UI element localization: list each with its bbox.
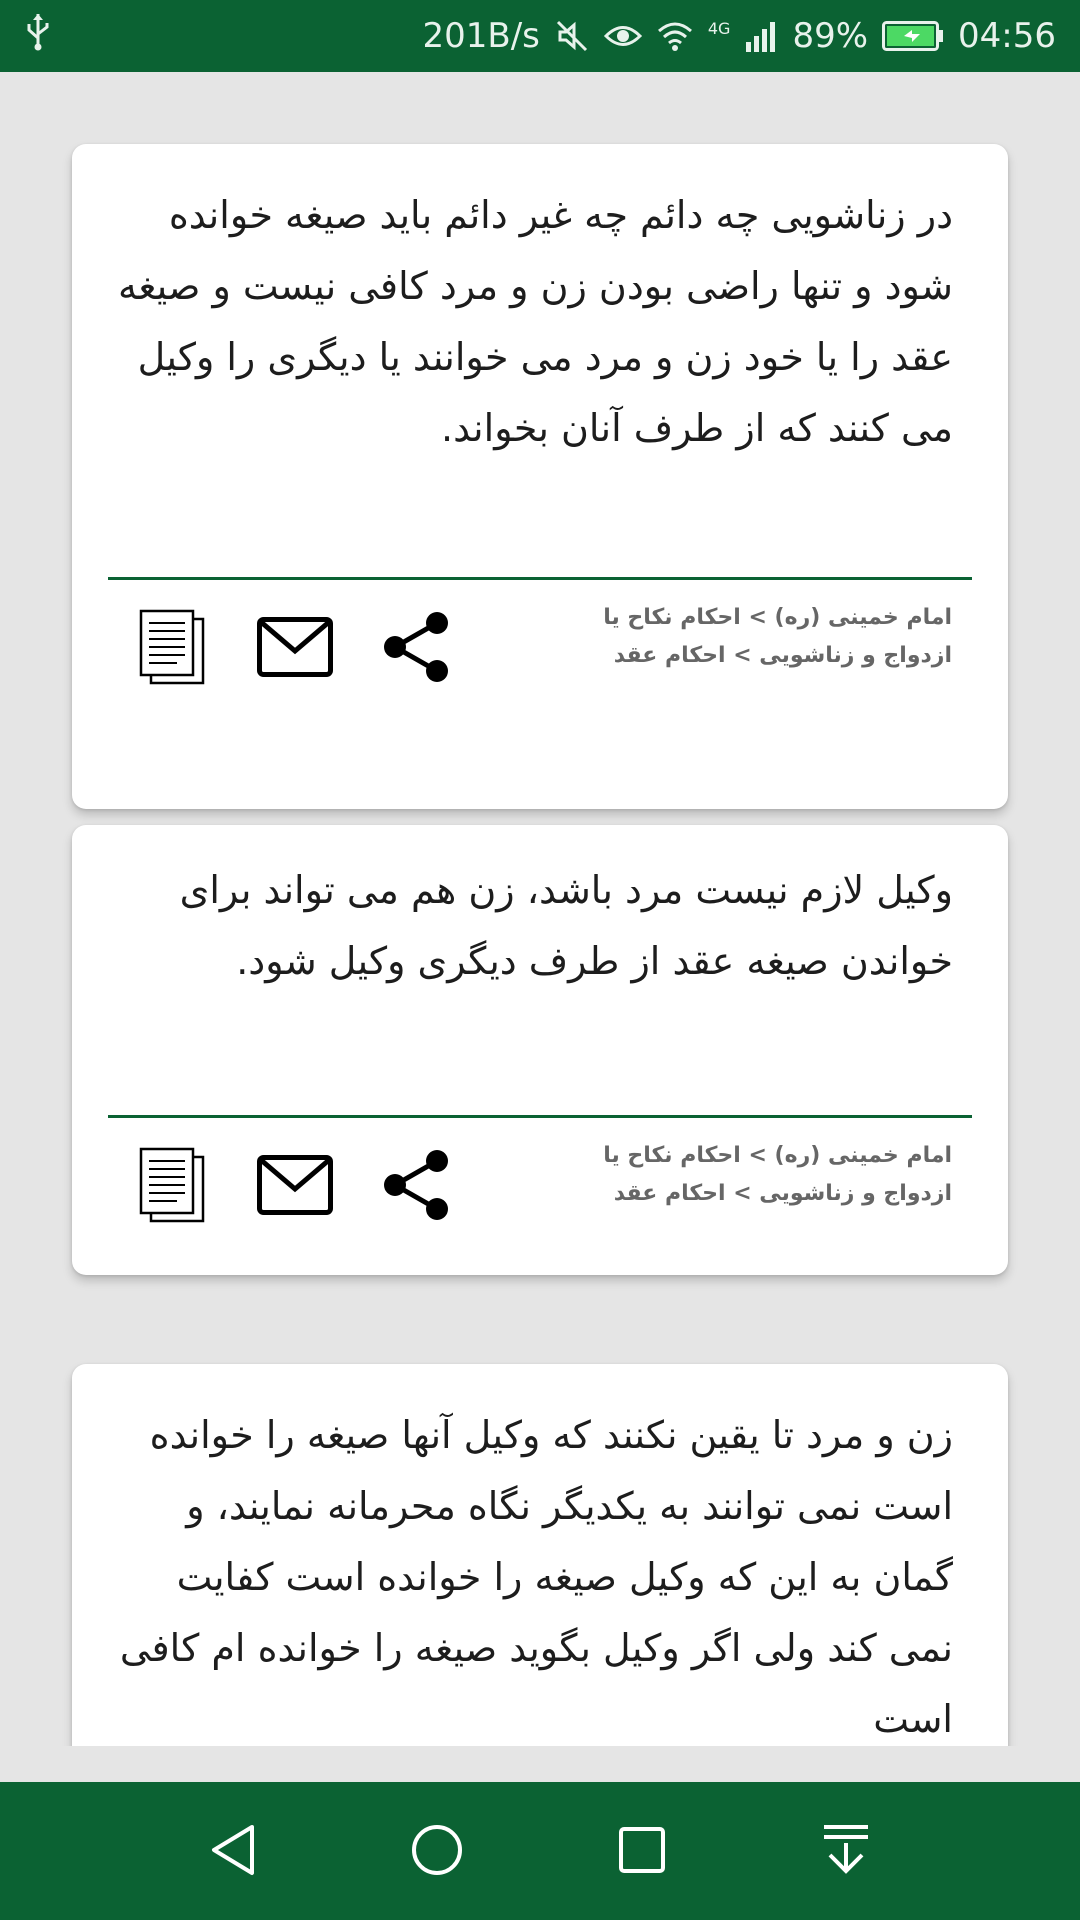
status-right: 201B/s 4G 89% 04:56 <box>422 16 1056 56</box>
ruling-text: وکیل لازم نیست مرد باشد، زن هم می تواند … <box>179 868 953 983</box>
ruling-card: وکیل لازم نیست مرد باشد، زن هم می تواند … <box>72 825 1008 1275</box>
email-button[interactable] <box>250 599 340 699</box>
status-bar: 201B/s 4G 89% 04:56 <box>0 0 1080 72</box>
card-footer: امام خمینی (ره) > احکام نکاح یا ازدواج و… <box>108 599 972 699</box>
net-speed: 201B/s <box>422 16 540 56</box>
recents-icon <box>617 1825 667 1879</box>
signal-icon <box>744 20 778 52</box>
share-button[interactable] <box>372 1137 462 1237</box>
network-type: 4G <box>707 18 731 38</box>
card-divider <box>108 1115 972 1118</box>
mute-icon <box>554 18 590 54</box>
ruling-text: در زناشویی چه دائم چه غیر دائم باید صیغه… <box>117 193 953 450</box>
share-icon <box>377 1145 457 1229</box>
copy-button[interactable] <box>128 599 218 699</box>
ruling-card: زن و مرد تا یقین نکنند که وکیل آنها صیغه… <box>72 1364 1008 1746</box>
back-button[interactable] <box>193 1812 273 1892</box>
usb-icon <box>24 12 52 61</box>
recents-button[interactable] <box>602 1812 682 1892</box>
copy-icon <box>139 609 207 689</box>
card-divider <box>108 577 972 580</box>
content-list[interactable]: در زناشویی چه دائم چه غیر دائم باید صیغه… <box>0 72 1080 1746</box>
copy-button[interactable] <box>128 1137 218 1237</box>
navigation-bar <box>0 1782 1080 1920</box>
battery-percent: 89% <box>792 16 869 56</box>
mail-icon <box>257 1155 333 1219</box>
share-icon <box>377 607 457 691</box>
mail-icon <box>257 617 333 681</box>
email-button[interactable] <box>250 1137 340 1237</box>
status-left <box>24 12 52 61</box>
source-breadcrumb: امام خمینی (ره) > احکام نکاح یا ازدواج و… <box>603 1143 952 1206</box>
copy-icon <box>139 1147 207 1227</box>
ruling-text: زن و مرد تا یقین نکنند که وکیل آنها صیغه… <box>119 1413 953 1741</box>
wifi-icon <box>656 20 694 52</box>
notifications-pull-icon <box>820 1823 872 1881</box>
battery-charging-icon <box>882 21 944 51</box>
clock: 04:56 <box>958 16 1056 56</box>
source-breadcrumb: امام خمینی (ره) > احکام نکاح یا ازدواج و… <box>603 605 952 668</box>
share-button[interactable] <box>372 599 462 699</box>
eye-icon <box>603 21 642 51</box>
notifications-pull-button[interactable] <box>806 1812 886 1892</box>
back-icon <box>208 1823 258 1881</box>
card-footer: امام خمینی (ره) > احکام نکاح یا ازدواج و… <box>108 1137 972 1237</box>
home-button[interactable] <box>397 1812 477 1892</box>
ruling-card: در زناشویی چه دائم چه غیر دائم باید صیغه… <box>72 144 1008 809</box>
home-icon <box>410 1823 464 1881</box>
